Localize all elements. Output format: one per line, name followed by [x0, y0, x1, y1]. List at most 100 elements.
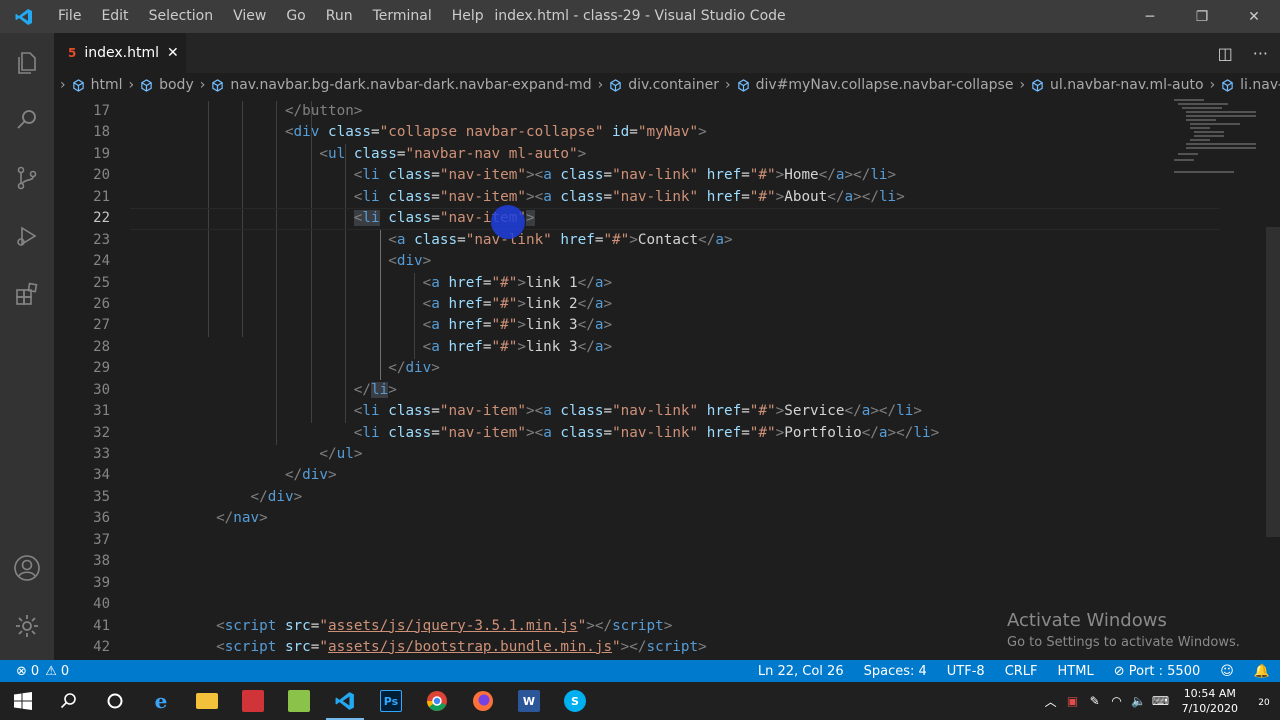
live-server-port[interactable]: ⊘ Port : 5500	[1104, 664, 1211, 679]
chrome-icon[interactable]	[414, 682, 460, 720]
breadcrumb-label: div#myNav.collapse.navbar-collapse	[755, 77, 1014, 93]
breadcrumb-label: body	[159, 77, 194, 93]
breadcrumb-label: div.container	[628, 77, 720, 93]
line-number: 20	[93, 167, 110, 184]
line-number: 42	[93, 638, 110, 655]
vertical-scrollbar[interactable]	[1266, 227, 1280, 537]
minimap[interactable]	[1164, 97, 1264, 187]
breadcrumb: › html › body › nav.navbar.bg-dark.navba…	[54, 73, 1280, 97]
vscode-taskbar-icon[interactable]	[322, 682, 368, 720]
breadcrumb-item[interactable]: ul.navbar-nav.ml-auto	[1025, 77, 1204, 93]
breadcrumb-item[interactable]: html	[66, 77, 123, 93]
problems-status[interactable]: ⊗ 0 ⚠ 0	[0, 664, 69, 679]
app-icon-red[interactable]	[230, 682, 276, 720]
photoshop-icon[interactable]: Ps	[368, 682, 414, 720]
code-line: <a href="#">link 1</a>	[422, 274, 613, 291]
clock-date: 7/10/2020	[1181, 702, 1238, 715]
search-icon[interactable]	[0, 91, 54, 149]
line-number: 33	[93, 446, 110, 462]
menu-terminal[interactable]: Terminal	[363, 0, 442, 33]
menu-run[interactable]: Run	[316, 0, 363, 33]
breadcrumb-item[interactable]: body	[134, 77, 194, 93]
line-number: 26	[93, 295, 110, 312]
symbol-element-icon	[72, 78, 84, 92]
line-number: 18	[93, 124, 110, 141]
menu-go[interactable]: Go	[276, 0, 315, 33]
file-explorer-icon[interactable]	[184, 682, 230, 720]
line-number: 38	[93, 553, 110, 570]
restore-button[interactable]: ❐	[1176, 0, 1228, 33]
run-debug-icon[interactable]	[0, 207, 54, 265]
code-line: <li class="nav-item"><a class="nav-link"…	[353, 403, 922, 420]
indentation[interactable]: Spaces: 4	[854, 664, 937, 679]
port-label: Port : 5500	[1128, 663, 1201, 679]
line-number: 19	[93, 145, 110, 162]
status-right: Ln 22, Col 26 Spaces: 4 UTF-8 CRLF HTML …	[748, 660, 1280, 682]
line-number: 36	[93, 510, 110, 527]
feedback-icon[interactable]: ☺	[1210, 664, 1244, 679]
code-line: <a href="#">link 3</a>	[422, 338, 613, 355]
tab-index-html[interactable]: 5 index.html ✕	[54, 33, 186, 73]
warning-count: 0	[60, 663, 70, 679]
edge-icon[interactable]: e	[138, 682, 184, 720]
breadcrumb-item[interactable]: div.container	[603, 77, 719, 93]
chevron-up-icon[interactable]: ︿	[1040, 693, 1062, 710]
cursor-position[interactable]: Ln 22, Col 26	[748, 664, 854, 679]
symbol-element-icon	[610, 78, 621, 92]
pen-icon[interactable]: ✎	[1084, 694, 1106, 708]
word-icon[interactable]: W	[506, 682, 552, 720]
volume-icon[interactable]: 🔈	[1128, 694, 1150, 708]
split-editor-icon[interactable]: ◫	[1218, 44, 1233, 63]
language-mode[interactable]: HTML	[1048, 664, 1104, 679]
no-entry-icon: ⊘	[1113, 663, 1129, 679]
notepad-icon[interactable]	[276, 682, 322, 720]
source-control-icon[interactable]	[0, 149, 54, 207]
taskbar-clock[interactable]: 10:54 AM 7/10/2020	[1182, 686, 1238, 716]
symbol-element-icon	[1222, 78, 1233, 92]
activity-bar	[0, 33, 54, 660]
symbol-element-icon	[737, 78, 749, 92]
action-center-icon[interactable]: 20	[1248, 694, 1280, 708]
menu-edit[interactable]: Edit	[91, 0, 138, 33]
line-number: 40	[93, 596, 110, 613]
skype-icon[interactable]: S	[552, 682, 598, 720]
menu-help[interactable]: Help	[442, 0, 494, 33]
search-icon[interactable]	[46, 682, 92, 720]
menu-selection[interactable]: Selection	[139, 0, 224, 33]
breadcrumb-item[interactable]: nav.navbar.bg-dark.navbar-dark.navbar-ex…	[205, 77, 592, 93]
code-line: <a href="#">link 3</a>	[422, 317, 613, 334]
firefox-icon[interactable]	[460, 682, 506, 720]
code-editor[interactable]: 17 18 19 20 21 22 23 24 25 26 27 28 29 3…	[54, 97, 1280, 660]
settings-gear-icon[interactable]	[0, 597, 54, 655]
symbol-element-icon	[212, 78, 224, 92]
more-actions-icon[interactable]: ···	[1253, 44, 1268, 63]
line-number: 35	[93, 488, 110, 505]
line-number: 25	[93, 274, 110, 291]
close-window-button[interactable]: ✕	[1228, 0, 1280, 33]
breadcrumb-item[interactable]: div#myNav.collapse.navbar-collapse	[731, 77, 1014, 93]
code-line: <div>	[388, 253, 432, 270]
tray-app-icon[interactable]: ▣	[1062, 694, 1084, 708]
accounts-icon[interactable]	[0, 539, 54, 597]
cortana-icon[interactable]	[92, 682, 138, 720]
explorer-icon[interactable]	[0, 33, 54, 91]
keyboard-icon[interactable]: ⌨	[1150, 694, 1172, 708]
line-ending[interactable]: CRLF	[995, 664, 1048, 679]
code-line: </button>	[284, 103, 363, 119]
menu-view[interactable]: View	[223, 0, 276, 33]
minimize-button[interactable]: ─	[1124, 0, 1176, 33]
tab-label: index.html	[84, 45, 160, 61]
wifi-icon[interactable]: ◠	[1106, 694, 1128, 708]
windows-start-icon[interactable]	[0, 682, 46, 720]
symbol-element-icon	[141, 78, 152, 92]
window-controls: ─ ❐ ✕	[1124, 0, 1280, 33]
breadcrumb-item[interactable]: li.nav-item	[1215, 77, 1280, 93]
file-encoding[interactable]: UTF-8	[937, 664, 995, 679]
close-tab-icon[interactable]: ✕	[167, 45, 179, 61]
menu-file[interactable]: File	[48, 0, 91, 33]
code-area[interactable]: </button> <div class="collapse navbar-co…	[130, 101, 1220, 658]
extensions-icon[interactable]	[0, 265, 54, 323]
notifications-bell-icon[interactable]: 🔔	[1244, 664, 1280, 679]
